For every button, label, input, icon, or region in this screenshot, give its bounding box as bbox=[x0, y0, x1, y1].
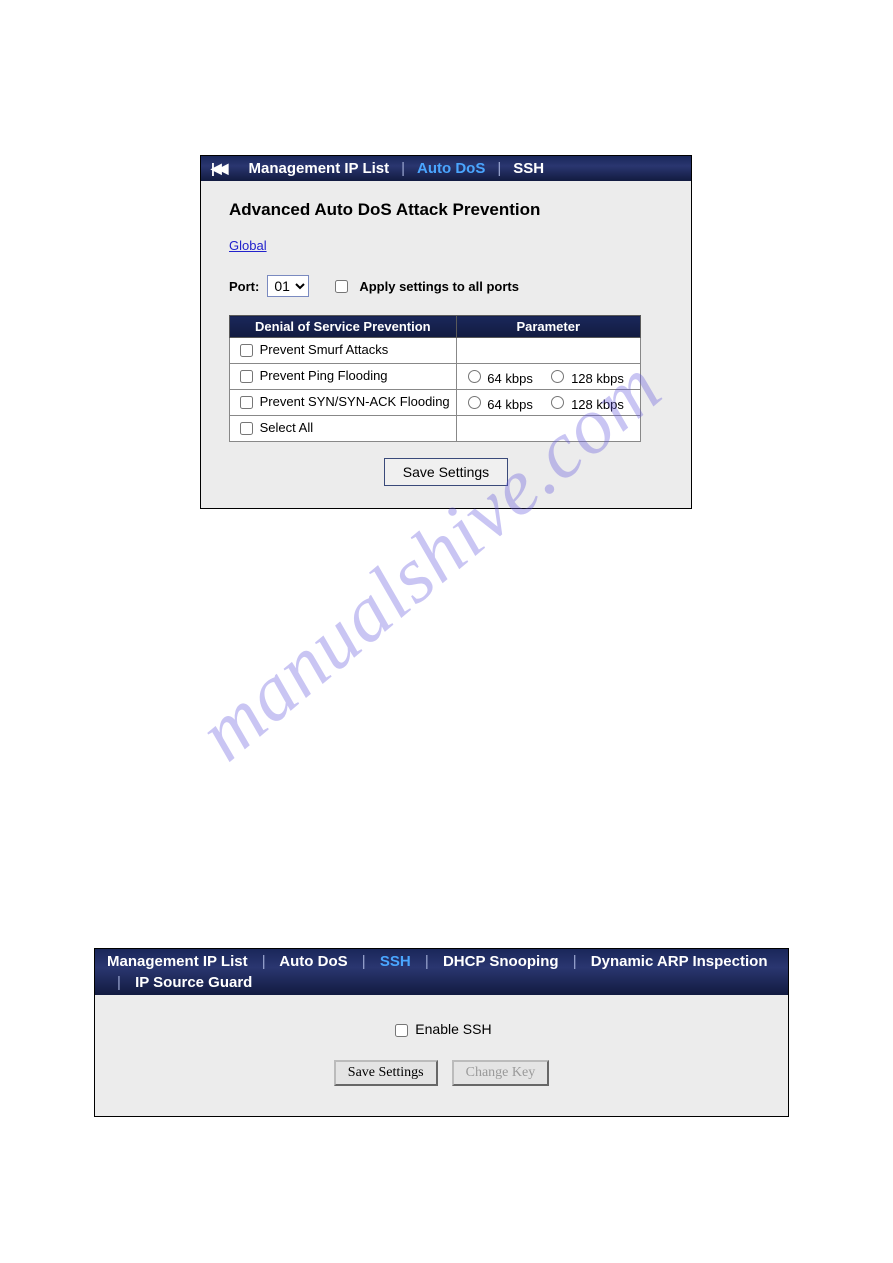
select-all-label: Select All bbox=[260, 420, 313, 435]
tab-management-ip[interactable]: Management IP List bbox=[249, 160, 390, 177]
change-key-button[interactable]: Change Key bbox=[452, 1060, 550, 1086]
apply-all-label: Apply settings to all ports bbox=[359, 279, 519, 294]
tab-dhcp-snooping[interactable]: DHCP Snooping bbox=[443, 953, 559, 970]
smurf-checkbox[interactable] bbox=[240, 344, 253, 357]
table-row: Prevent SYN/SYN-ACK Flooding 64 kbps 128… bbox=[230, 390, 641, 416]
tab-separator: | bbox=[415, 953, 439, 970]
enable-ssh-label: Enable SSH bbox=[415, 1021, 491, 1037]
table-row: Prevent Smurf Attacks bbox=[230, 338, 641, 364]
ping-128-radio[interactable] bbox=[551, 370, 564, 383]
syn-checkbox[interactable] bbox=[240, 396, 253, 409]
apply-all-checkbox[interactable] bbox=[335, 280, 348, 293]
col-header-param: Parameter bbox=[456, 316, 640, 338]
tab-separator: | bbox=[563, 953, 587, 970]
tab-dynamic-arp[interactable]: Dynamic ARP Inspection bbox=[591, 953, 768, 970]
tab-separator: | bbox=[489, 160, 509, 177]
table-row: Prevent Ping Flooding 64 kbps 128 kbps bbox=[230, 364, 641, 390]
tab-management-ip[interactable]: Management IP List bbox=[107, 953, 248, 970]
dos-table: Denial of Service Prevention Parameter P… bbox=[229, 315, 641, 442]
syn-128-label: 128 kbps bbox=[571, 397, 624, 412]
tab-separator: | bbox=[393, 160, 413, 177]
ssh-panel: Management IP List | Auto DoS | SSH | DH… bbox=[94, 948, 789, 1117]
rewind-icon[interactable]: |◀◀ bbox=[211, 160, 225, 177]
tab-separator: | bbox=[252, 953, 276, 970]
save-settings-button[interactable]: Save Settings bbox=[334, 1060, 438, 1086]
ping-64-label: 64 kbps bbox=[487, 371, 533, 386]
tab-ssh[interactable]: SSH bbox=[513, 160, 544, 177]
auto-dos-panel: |◀◀ Management IP List | Auto DoS | SSH … bbox=[200, 155, 692, 509]
syn-label: Prevent SYN/SYN-ACK Flooding bbox=[260, 394, 450, 409]
col-header-dos: Denial of Service Prevention bbox=[230, 316, 457, 338]
tab-ip-source-guard[interactable]: IP Source Guard bbox=[135, 974, 252, 991]
syn-64-radio[interactable] bbox=[468, 396, 481, 409]
tab-bar-ssh: Management IP List | Auto DoS | SSH | DH… bbox=[95, 949, 788, 995]
table-row: Select All bbox=[230, 416, 641, 442]
ping-64-radio[interactable] bbox=[468, 370, 481, 383]
tab-separator: | bbox=[352, 953, 376, 970]
enable-ssh-checkbox[interactable] bbox=[395, 1024, 408, 1037]
tab-ssh[interactable]: SSH bbox=[380, 953, 411, 970]
port-select[interactable]: 01 bbox=[267, 275, 309, 297]
save-settings-button[interactable]: Save Settings bbox=[384, 458, 508, 486]
port-label: Port: bbox=[229, 279, 259, 294]
ping-checkbox[interactable] bbox=[240, 370, 253, 383]
ping-128-label: 128 kbps bbox=[571, 371, 624, 386]
smurf-param-cell bbox=[456, 338, 640, 364]
tab-separator: | bbox=[107, 974, 131, 991]
page-title: Advanced Auto DoS Attack Prevention bbox=[229, 199, 663, 220]
tab-auto-dos[interactable]: Auto DoS bbox=[417, 160, 485, 177]
syn-64-label: 64 kbps bbox=[487, 397, 533, 412]
ping-label: Prevent Ping Flooding bbox=[260, 368, 388, 383]
select-all-param-cell bbox=[456, 416, 640, 442]
smurf-label: Prevent Smurf Attacks bbox=[260, 342, 389, 357]
tab-auto-dos[interactable]: Auto DoS bbox=[279, 953, 347, 970]
global-link[interactable]: Global bbox=[229, 238, 267, 253]
tab-bar: |◀◀ Management IP List | Auto DoS | SSH bbox=[201, 156, 691, 181]
syn-128-radio[interactable] bbox=[551, 396, 564, 409]
select-all-checkbox[interactable] bbox=[240, 422, 253, 435]
